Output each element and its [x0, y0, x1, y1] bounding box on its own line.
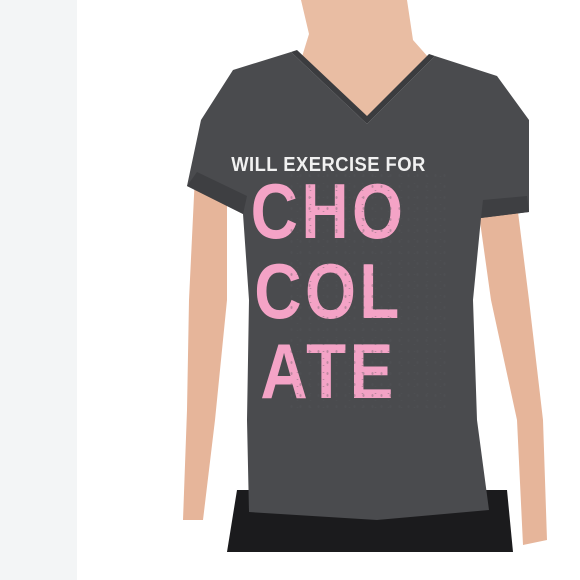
product-image-frame: WILL EXERCISE FOR CHO COL ATE	[0, 0, 580, 580]
slogan-line-3: ATE	[260, 327, 397, 415]
slogan-line-2: COL	[254, 247, 403, 335]
product-photo: WILL EXERCISE FOR CHO COL ATE	[77, 0, 580, 552]
side-panel	[0, 0, 77, 580]
slogan-line-1: CHO	[250, 167, 407, 255]
